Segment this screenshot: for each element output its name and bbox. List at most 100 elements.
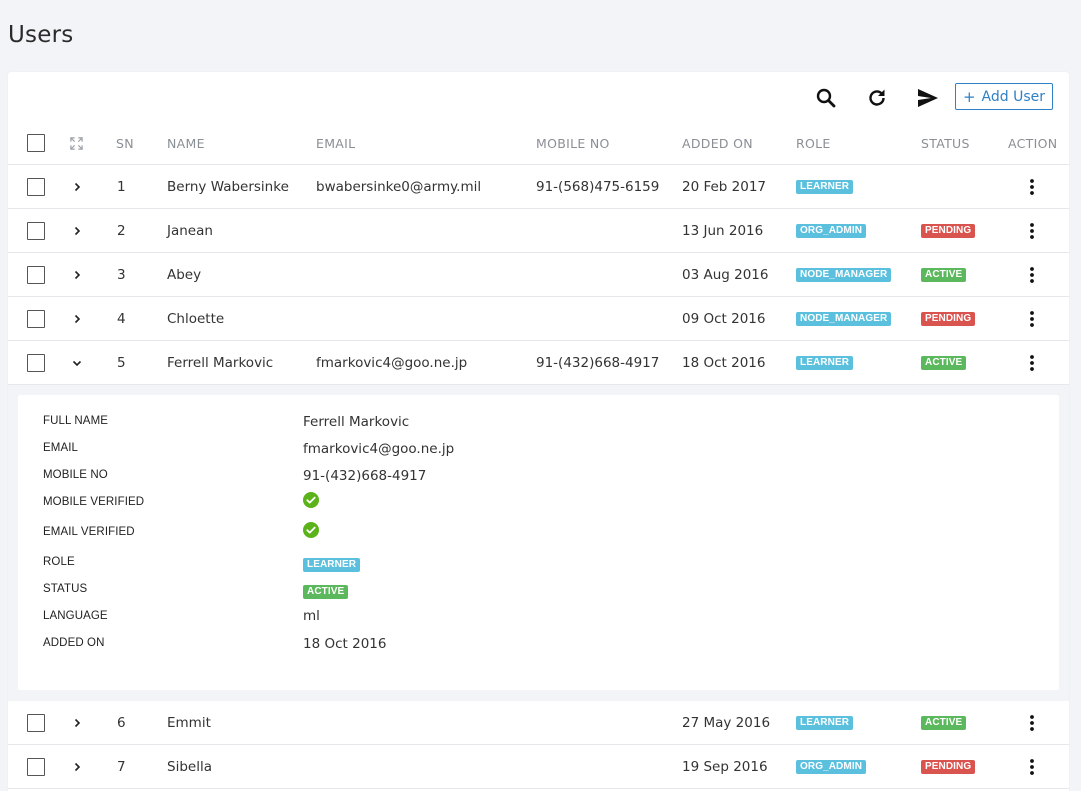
row-checkbox[interactable] [27, 222, 45, 240]
detail-label-mobile: MOBILE NO [43, 469, 108, 481]
more-vert-icon[interactable] [1022, 309, 1042, 329]
table-row[interactable]: 3 Abey 03 Aug 2016 NODE_MANAGER ACTIVE [8, 253, 1069, 297]
more-vert-icon[interactable] [1022, 177, 1042, 197]
table-row[interactable]: 4 Chloette 09 Oct 2016 NODE_MANAGER PENDING [8, 297, 1069, 341]
detail-value-email: fmarkovic4@goo.ne.jp [303, 441, 455, 457]
column-added-on[interactable]: ADDED ON [682, 121, 753, 165]
detail-value-full-name: Ferrell Markovic [303, 414, 410, 430]
search-icon[interactable] [814, 86, 838, 110]
role-badge: NODE_MANAGER [796, 268, 892, 282]
expand-all-icon[interactable] [69, 121, 84, 165]
row-added-on: 19 Sep 2016 [682, 759, 768, 775]
column-sn[interactable]: SN [116, 121, 134, 165]
chevron-down-icon[interactable] [71, 341, 83, 385]
row-sn: 6 [117, 715, 126, 731]
column-mobile[interactable]: MOBILE NO [536, 121, 610, 165]
status-badge: ACTIVE [921, 268, 967, 282]
add-user-label: Add User [981, 88, 1046, 105]
row-sn: 4 [117, 311, 126, 327]
chevron-right-icon[interactable] [71, 745, 83, 789]
row-name: Abey [167, 267, 202, 283]
toolbar: + Add User [8, 72, 1069, 122]
role-badge: LEARNER [796, 716, 854, 730]
detail-label-email-verified: EMAIL VERIFIED [43, 526, 135, 538]
chevron-right-icon[interactable] [71, 297, 83, 341]
row-email: bwabersinke0@army.mil [316, 179, 482, 195]
row-checkbox[interactable] [27, 310, 45, 328]
more-vert-icon[interactable] [1022, 353, 1042, 373]
row-sn: 5 [117, 355, 126, 371]
row-mobile: 91-(432)668-4917 [536, 355, 660, 371]
column-status[interactable]: STATUS [921, 121, 970, 165]
table-header: SN NAME EMAIL MOBILE NO ADDED ON ROLE ST… [8, 121, 1069, 165]
detail-label-role: ROLE [43, 556, 75, 568]
column-role[interactable]: ROLE [796, 121, 831, 165]
row-checkbox[interactable] [27, 178, 45, 196]
table-row[interactable]: 6 Emmit 27 May 2016 LEARNER ACTIVE [8, 701, 1069, 745]
role-badge: LEARNER [796, 180, 854, 194]
send-icon[interactable] [915, 86, 941, 110]
select-all-checkbox[interactable] [27, 134, 45, 152]
detail-value-language: ml [303, 608, 320, 624]
row-added-on: 18 Oct 2016 [682, 355, 766, 371]
detail-label-status: STATUS [43, 583, 88, 595]
row-sn: 7 [117, 759, 126, 775]
detail-label-added-on: ADDED ON [43, 637, 105, 649]
row-checkbox[interactable] [27, 354, 45, 372]
row-sn: 1 [117, 179, 126, 195]
row-added-on: 20 Feb 2017 [682, 179, 767, 195]
more-vert-icon[interactable] [1022, 221, 1042, 241]
row-name: Ferrell Markovic [167, 355, 274, 371]
column-action: ACTION [1008, 135, 1058, 151]
row-name: Berny Wabersinke [167, 179, 289, 195]
status-badge: PENDING [921, 312, 976, 326]
detail-value-mobile: 91-(432)668-4917 [303, 468, 427, 484]
row-sn: 2 [117, 223, 126, 239]
status-badge: PENDING [921, 224, 976, 238]
table-row[interactable]: 5 Ferrell Markovic fmarkovic4@goo.ne.jp 91-… [8, 341, 1069, 385]
row-checkbox[interactable] [27, 266, 45, 284]
detail-status-badge: ACTIVE [303, 585, 349, 599]
add-user-button[interactable]: + Add User [955, 83, 1053, 110]
detail-label-language: LANGUAGE [43, 610, 108, 622]
detail-label-full-name: FULL NAME [43, 415, 109, 427]
row-added-on: 13 Jun 2016 [682, 223, 764, 239]
row-added-on: 09 Oct 2016 [682, 311, 766, 327]
row-name: Sibella [167, 759, 212, 775]
role-badge: NODE_MANAGER [796, 312, 892, 326]
row-sn: 3 [117, 267, 126, 283]
row-detail-card: FULL NAME Ferrell Markovic EMAIL fmarkov… [18, 395, 1059, 690]
row-added-on: 27 May 2016 [682, 715, 771, 731]
plus-icon: + [962, 87, 976, 106]
row-name: Emmit [167, 715, 211, 731]
table-row[interactable]: 1 Berny Wabersinke bwabersinke0@army.mil 91… [8, 165, 1069, 209]
chevron-right-icon[interactable] [71, 165, 83, 209]
detail-label-email: EMAIL [43, 442, 79, 454]
role-badge: ORG_ADMIN [796, 760, 867, 774]
status-badge: ACTIVE [921, 716, 967, 730]
chevron-right-icon[interactable] [71, 253, 83, 297]
chevron-right-icon[interactable] [71, 209, 83, 253]
row-added-on: 03 Aug 2016 [682, 267, 769, 283]
column-email[interactable]: EMAIL [316, 121, 355, 165]
row-name: Chloette [167, 311, 225, 327]
refresh-icon[interactable] [865, 86, 889, 110]
row-email: fmarkovic4@goo.ne.jp [316, 355, 468, 371]
table-row[interactable]: 7 Sibella 19 Sep 2016 ORG_ADMIN PENDING [8, 745, 1069, 789]
row-detail-panel: FULL NAME Ferrell Markovic EMAIL fmarkov… [8, 385, 1069, 701]
role-badge: ORG_ADMIN [796, 224, 867, 238]
status-badge: ACTIVE [921, 356, 967, 370]
chevron-right-icon[interactable] [71, 701, 83, 745]
row-checkbox[interactable] [27, 758, 45, 776]
more-vert-icon[interactable] [1022, 265, 1042, 285]
detail-label-mobile-verified: MOBILE VERIFIED [43, 496, 145, 508]
table-row[interactable]: 2 Janean 13 Jun 2016 ORG_ADMIN PENDING [8, 209, 1069, 253]
status-badge: PENDING [921, 760, 976, 774]
more-vert-icon[interactable] [1022, 713, 1042, 733]
detail-value-added-on: 18 Oct 2016 [303, 636, 387, 652]
row-checkbox[interactable] [27, 714, 45, 732]
role-badge: LEARNER [796, 356, 854, 370]
column-name[interactable]: NAME [167, 121, 205, 165]
more-vert-icon[interactable] [1022, 757, 1042, 777]
row-name: Janean [167, 223, 213, 239]
